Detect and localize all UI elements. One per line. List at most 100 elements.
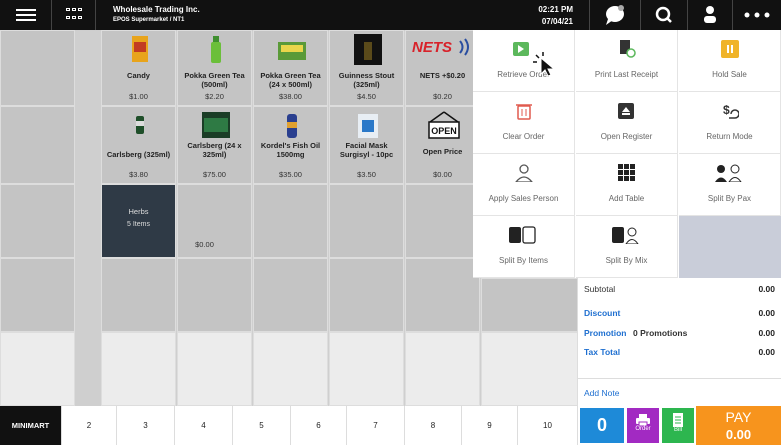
fish-oil-image [287, 114, 297, 138]
open-register-button[interactable]: Open Register [576, 92, 678, 154]
trash-icon [516, 104, 532, 120]
empty-tile [481, 278, 578, 332]
empty-tile [101, 332, 176, 406]
search-icon[interactable] [640, 0, 687, 30]
printer-icon [636, 414, 650, 426]
product-tile[interactable]: Pokka Green Tea (500ml) $2.20 [177, 30, 252, 106]
tab-2[interactable]: 2 [62, 406, 117, 445]
clock-date: 07/04/21 [541, 17, 573, 26]
divider [578, 378, 781, 379]
user-icon[interactable] [687, 0, 732, 30]
svg-text:$: $ [723, 103, 730, 117]
tab-9[interactable]: 9 [462, 406, 518, 445]
item-count: 0 [580, 408, 624, 443]
order-button[interactable]: Order [627, 408, 659, 443]
clock-time: 02:21 PM [538, 5, 573, 14]
split-by-mix-button[interactable]: Split By Mix [576, 216, 678, 278]
order-summary: Subtotal 0.00 Discount 0.00 Promotion 0 … [578, 278, 781, 406]
clear-order-button[interactable]: Clear Order [473, 92, 575, 154]
candy-image [132, 36, 148, 62]
empty-tile [329, 184, 404, 258]
discount-row[interactable]: Discount 0.00 [584, 308, 775, 322]
return-mode-button[interactable]: $ Return Mode [679, 92, 781, 154]
tab-minimart[interactable]: MINIMART [0, 406, 62, 445]
store-name: EPOS Supermarket / NT1 [113, 17, 185, 23]
misc-tile[interactable]: $0.00 [177, 184, 252, 258]
receipt-icon [620, 40, 636, 58]
product-tile[interactable]: Kordel's Fish Oil 1500mg $35.00 [253, 106, 328, 184]
empty-tile [0, 332, 75, 406]
product-tile[interactable]: NETS NETS +$0.20 $0.20 [405, 30, 480, 106]
print-last-receipt-button[interactable]: Print Last Receipt [576, 30, 678, 92]
tab-5[interactable]: 5 [233, 406, 291, 445]
tab-4[interactable]: 4 [175, 406, 233, 445]
retrieve-order-button[interactable]: Retrieve Order [473, 30, 575, 92]
empty-tile [329, 258, 404, 332]
split-by-items-button[interactable]: Split By Items [473, 216, 575, 278]
more-options-icon[interactable] [732, 0, 781, 30]
app-grid-icon[interactable] [52, 0, 96, 30]
open-sign-icon: OPEN [428, 111, 460, 139]
retrieve-order-icon [513, 42, 529, 56]
empty-tile [329, 332, 404, 406]
stout-image [354, 34, 382, 65]
add-note-link[interactable]: Add Note [584, 388, 619, 398]
mouse-cursor-icon [533, 52, 556, 77]
empty-tile [253, 332, 328, 406]
bottle-image [211, 36, 221, 63]
empty-tile [253, 258, 328, 332]
product-tile[interactable]: Carlsberg (24 x 325ml) $75.00 [177, 106, 252, 184]
empty-tile [101, 258, 176, 332]
split-mix-icon [612, 227, 639, 244]
svg-text:OPEN: OPEN [431, 126, 457, 136]
return-icon: $ [723, 103, 739, 119]
tab-10[interactable]: 10 [518, 406, 578, 445]
menu-empty-slot [679, 216, 781, 278]
empty-tile [177, 258, 252, 332]
can-image [136, 116, 144, 134]
product-tile[interactable]: OPEN Open Price $0.00 [405, 106, 480, 184]
svg-text:NETS: NETS [412, 39, 452, 56]
nets-logo: NETS [412, 38, 469, 56]
empty-tile [0, 184, 75, 258]
empty-tile [0, 258, 75, 332]
mask-image [358, 114, 378, 138]
tab-8[interactable]: 8 [405, 406, 462, 445]
tax-row: Tax Total 0.00 [584, 347, 775, 357]
tab-3[interactable]: 3 [117, 406, 175, 445]
people-icon [715, 164, 742, 182]
promotion-row[interactable]: Promotion 0 Promotions 0.00 [584, 328, 775, 342]
empty-tile [253, 184, 328, 258]
empty-tile [0, 106, 75, 184]
split-by-pax-button[interactable]: Split By Pax [679, 154, 781, 216]
person-icon [515, 164, 533, 182]
table-grid-icon [618, 164, 635, 181]
subtotal-row: Subtotal 0.00 [584, 284, 775, 294]
add-table-button[interactable]: Add Table [576, 154, 678, 216]
chat-icon[interactable] [589, 0, 640, 30]
company-name: Wholesale Trading Inc. [113, 5, 200, 14]
pay-button[interactable]: PAY 0.00 [696, 406, 781, 445]
empty-tile [0, 30, 75, 106]
bill-icon [673, 413, 683, 427]
product-tile[interactable]: Facial Mask Surgisyl - 10pc $3.50 [329, 106, 404, 184]
apply-sales-person-button[interactable]: Apply Sales Person [473, 154, 575, 216]
tab-6[interactable]: 6 [291, 406, 347, 445]
product-tile[interactable]: Carlsberg (325ml) $3.80 [101, 106, 176, 184]
bill-button[interactable]: Bill [662, 408, 694, 443]
carton-image [202, 112, 230, 138]
empty-tile [405, 258, 480, 332]
split-items-icon [509, 226, 536, 244]
tab-7[interactable]: 7 [347, 406, 405, 445]
top-bar: Wholesale Trading Inc. EPOS Supermarket … [0, 0, 781, 30]
product-tile[interactable]: Candy $1.00 [101, 30, 176, 106]
hold-sale-button[interactable]: Hold Sale [679, 30, 781, 92]
hamburger-menu-icon[interactable] [0, 0, 52, 30]
empty-tile [177, 332, 252, 406]
case-image [278, 42, 306, 60]
eject-icon [618, 103, 634, 119]
product-tile[interactable]: Guinness Stout (325ml) $4.50 [329, 30, 404, 106]
product-tile[interactable]: Pokka Green Tea (24 x 500ml) $38.00 [253, 30, 328, 106]
empty-tile [405, 332, 480, 406]
pause-icon [721, 40, 739, 58]
